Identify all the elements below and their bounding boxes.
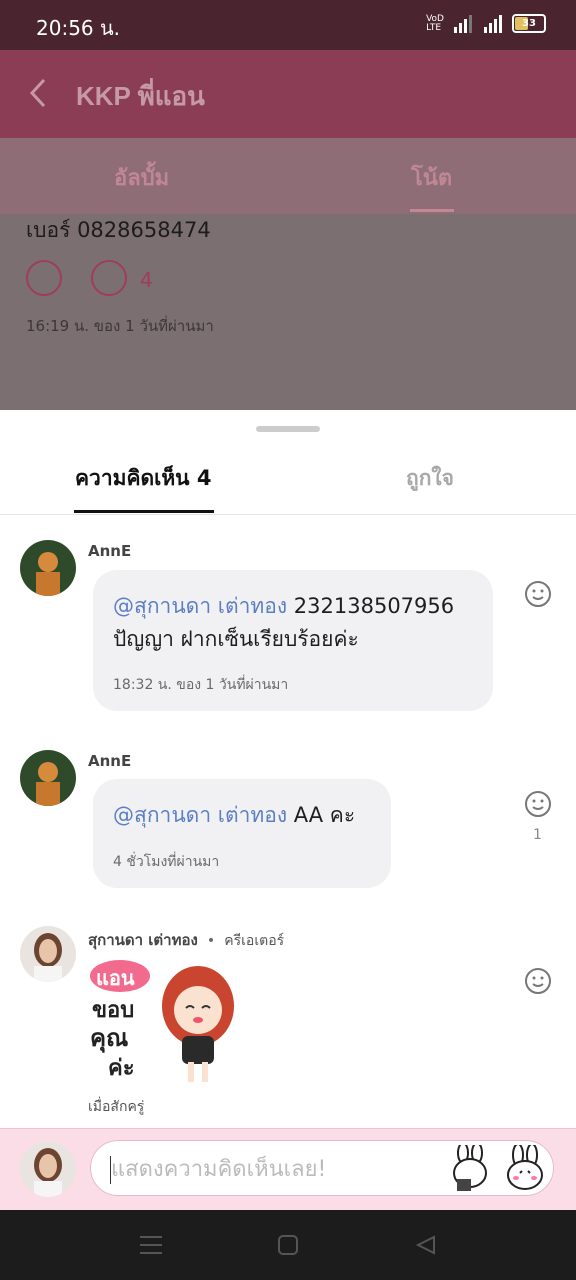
sticker[interactable]: แอน ขอบ คุณ ค่ะ [86, 958, 246, 1086]
comment-time: 4 ชั่วโมงที่ผ่านมา [113, 854, 220, 870]
smile-react-icon[interactable] [524, 790, 552, 818]
status-time: 20:56 น. [36, 16, 121, 40]
comment-text: AA คะ [293, 803, 356, 827]
system-nav-bar [0, 1210, 576, 1280]
comment-time: 18:32 น. ของ 1 วันที่ผ่านมา [113, 677, 289, 693]
divider [0, 514, 576, 515]
reaction-count: 1 [533, 827, 542, 843]
battery-icon: 33 [512, 14, 546, 33]
comment-count: 4 [140, 268, 153, 292]
emoji-picker-icon[interactable] [503, 1145, 547, 1191]
text-caret [110, 1156, 111, 1184]
comment-author[interactable]: AnnE [88, 542, 131, 560]
mention-link[interactable]: @สุกานดา เต่าทอง [113, 803, 287, 827]
volte-icon: VoD LTE [426, 13, 444, 33]
background-post: เบอร์ 0828658474 4 16:19 น. ของ 1 วันที่… [0, 214, 576, 410]
separator-dot: • [206, 933, 216, 949]
smile-react-icon[interactable] [524, 580, 552, 608]
sheet-handle[interactable] [256, 426, 320, 432]
avatar[interactable] [20, 926, 76, 982]
signal-4g-icon [454, 14, 472, 33]
back-arrow-icon[interactable] [28, 78, 48, 108]
comment-text-line2: ปัญญา ฝากเซ็นเรียบร้อยค่ะ [113, 627, 359, 651]
mention-link[interactable]: @สุกานดา เต่าทอง [113, 594, 287, 618]
tabs-bar: อัลบั้ม โน้ต [0, 138, 576, 214]
post-text: เบอร์ 0828658474 [26, 218, 211, 242]
sticker-picker-icon[interactable] [447, 1145, 493, 1193]
menu-icon[interactable] [140, 1235, 162, 1255]
comment-text: 232138507956 [293, 594, 455, 618]
comment-time: เมื่อสักครู่ [88, 1099, 145, 1115]
post-time: 16:19 น. ของ 1 วันที่ผ่านมา [26, 317, 214, 335]
sticker-text: ค่ะ [108, 1056, 135, 1081]
creator-badge: ครีเอเตอร์ [224, 933, 285, 949]
my-avatar [20, 1141, 76, 1197]
smile-react-icon[interactable] [26, 260, 62, 296]
smile-react-icon[interactable] [524, 967, 552, 995]
battery-level: 33 [522, 18, 536, 29]
avatar[interactable] [20, 540, 76, 596]
tab-comments[interactable]: ความคิดเห็น 4 [75, 462, 211, 495]
page-title: KKP พี่แอน [76, 81, 205, 111]
comment-input[interactable] [109, 1151, 433, 1187]
tab-album[interactable]: อัลบั้ม [114, 160, 169, 195]
tab-likes[interactable]: ถูกใจ [406, 462, 454, 495]
comment-bubble[interactable]: @สุกานดา เต่าทอง AA คะ 4 ชั่วโมงที่ผ่านม… [93, 779, 391, 888]
tab-indicator [410, 209, 454, 212]
status-bar: 20:56 น. VoD LTE 33 [0, 0, 576, 50]
comment-author[interactable]: AnnE [88, 752, 131, 770]
app-header: KKP พี่แอน [0, 50, 576, 138]
tab-notes[interactable]: โน้ต [411, 160, 452, 195]
signal-icon [484, 14, 502, 33]
comment-input-box[interactable] [90, 1140, 554, 1196]
sticker-text: แอน [96, 966, 135, 990]
home-icon[interactable] [278, 1235, 298, 1255]
tab-comments-indicator [74, 510, 214, 513]
comment-bubble[interactable]: @สุกานดา เต่าทอง 232138507956 ปัญญา ฝากเ… [93, 570, 493, 711]
comment-author[interactable]: สุกานดา เต่าทอง [88, 931, 198, 949]
avatar[interactable] [20, 750, 76, 806]
back-icon[interactable] [416, 1235, 436, 1255]
comment-icon[interactable] [91, 260, 127, 296]
